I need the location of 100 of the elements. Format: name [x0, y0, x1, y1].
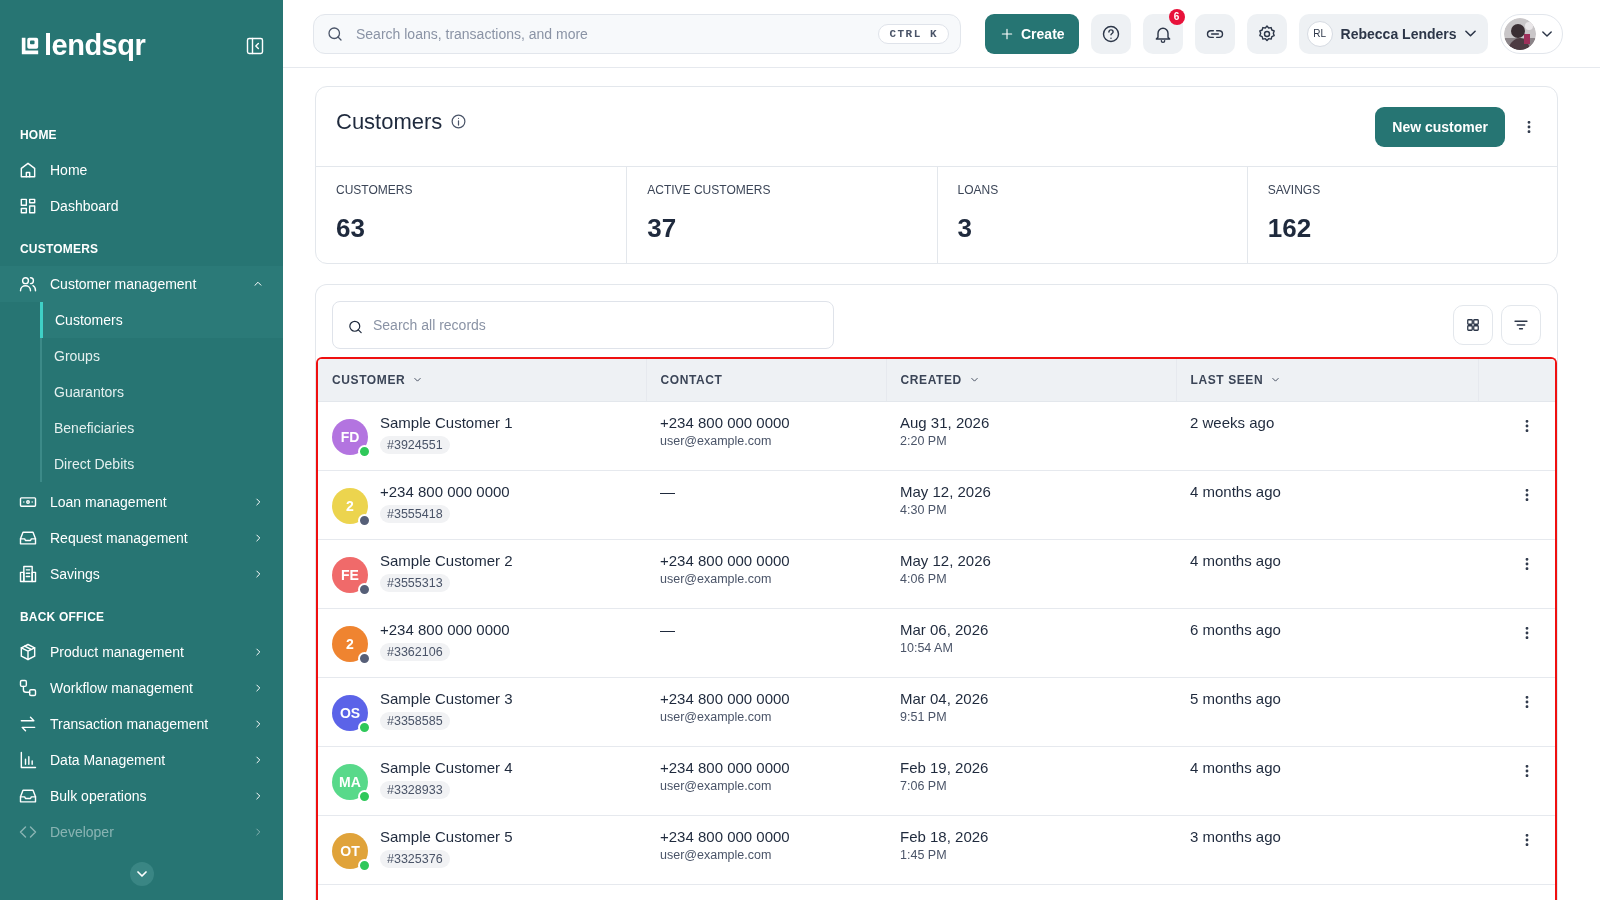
profile-button[interactable] [1499, 13, 1563, 54]
sidebar-item-label: Transaction management [50, 716, 210, 732]
stat-value: 37 [647, 213, 678, 244]
settings-button[interactable] [1246, 13, 1287, 54]
chevron-down-icon [136, 871, 147, 877]
help-button[interactable] [1090, 13, 1131, 54]
created-date: May 12, 2026 [900, 552, 992, 569]
sidebar-subitem[interactable]: Direct Debits [42, 446, 283, 482]
inbox-icon [18, 786, 38, 806]
sidebar-item-label: Home [50, 162, 89, 178]
created-date: May 12, 2026 [900, 483, 992, 500]
last-seen: 4 months ago [1190, 552, 1282, 569]
avatar-initials: 2 [346, 635, 354, 652]
stat-value: 63 [336, 213, 366, 244]
sidebar-item-label: Dashboard [50, 198, 120, 214]
section-heading: CUSTOMERS [19, 242, 100, 256]
customer-id: #3924551 [380, 435, 450, 454]
column-header[interactable]: LAST SEEN [1190, 372, 1283, 387]
sidebar-item[interactable]: Home [0, 152, 283, 188]
page-title: Customers [336, 108, 443, 135]
customer-name[interactable]: Sample Customer 1 [380, 413, 513, 431]
avatar-initials: MA [339, 773, 361, 790]
sidebar-item[interactable]: Transaction management [0, 706, 283, 742]
phone-number: — [660, 621, 676, 638]
sidebar-item[interactable]: Bulk operations [0, 778, 283, 814]
filter-button[interactable] [1501, 305, 1541, 345]
inbox-icon [18, 528, 38, 548]
column-header[interactable]: CUSTOMER [332, 372, 425, 387]
phone-number: +234 800 000 0000 [660, 413, 791, 431]
sidebar-item-label: Data Management [50, 752, 167, 768]
customer-name[interactable]: +234 800 000 0000 [380, 482, 510, 500]
info-icon [450, 113, 468, 130]
customer-id: #3362106 [380, 642, 450, 661]
stat-label: CUSTOMERS [336, 183, 414, 197]
stat-label: LOANS [957, 183, 1000, 197]
customer-id: #3555418 [380, 504, 450, 523]
logo-text: lendsqr [44, 31, 146, 60]
created-time: 4:30 PM [900, 503, 948, 517]
sidebar-item[interactable]: Product management [0, 634, 283, 670]
avatar-initials: OT [340, 842, 360, 859]
customer-name[interactable]: Sample Customer 3 [380, 689, 513, 707]
search-icon [326, 24, 344, 43]
created-date: Feb 18, 2026 [900, 828, 990, 845]
last-seen: 5 months ago [1190, 690, 1282, 707]
grid-view-button[interactable] [1453, 305, 1493, 345]
last-seen: 6 months ago [1190, 621, 1282, 638]
column-header[interactable]: CREATED [900, 372, 981, 387]
link-button[interactable] [1194, 13, 1235, 54]
email-address: user@example.com [660, 572, 773, 586]
create-button[interactable]: Create [985, 13, 1079, 54]
logo-icon [20, 35, 40, 56]
workflow-icon [18, 678, 38, 698]
sidebar-item[interactable]: Savings [0, 556, 283, 592]
email-address: user@example.com [660, 779, 773, 793]
stat-label: ACTIVE CUSTOMERS [647, 183, 772, 197]
avatar-initials: FE [341, 566, 359, 583]
created-time: 10:54 AM [900, 641, 954, 655]
last-seen: 3 months ago [1190, 828, 1282, 845]
sidebar-item[interactable]: Data Management [0, 742, 283, 778]
created-date: Aug 31, 2026 [900, 413, 991, 431]
stat-label: SAVINGS [1267, 183, 1322, 197]
sidebar-subitem[interactable]: Beneficiaries [42, 410, 283, 446]
account-button[interactable]: RL Rebecca Lenders [1298, 13, 1488, 54]
sidebar-item-label: Request management [50, 530, 189, 546]
search-icon [347, 318, 364, 336]
new-customer-button[interactable]: New customer [1375, 106, 1505, 147]
stat-value: 3 [957, 213, 973, 244]
section-heading: BACK OFFICE [19, 610, 106, 624]
sidebar-subitem[interactable]: Customers [40, 302, 283, 338]
avatar-initials: 2 [346, 497, 354, 514]
sidebar-item-label: Loan management [50, 494, 168, 510]
sidebar-subitem[interactable]: Guarantors [42, 374, 283, 410]
sidebar-item-label: Bulk operations [50, 788, 148, 804]
sidebar-item-label: Product management [50, 644, 185, 660]
scroll-down-button[interactable] [129, 862, 154, 886]
grid-icon [18, 196, 38, 216]
customer-name[interactable]: Sample Customer 2 [380, 551, 513, 569]
box-icon [18, 642, 38, 662]
sidebar-subitem[interactable]: Groups [42, 338, 283, 374]
sidebar-item[interactable]: Dashboard [0, 188, 283, 224]
search-field[interactable]: Search all records [332, 301, 834, 349]
settings-icon [1256, 23, 1277, 44]
help-icon [1100, 23, 1121, 44]
phone-number: +234 800 000 0000 [660, 828, 791, 845]
user-initials: RL [1306, 20, 1333, 47]
home-icon [18, 160, 38, 180]
email-address: user@example.com [660, 433, 773, 448]
customer-name[interactable]: +234 800 000 0000 [380, 620, 510, 638]
sidebar-item[interactable]: Workflow management [0, 670, 283, 706]
sidebar-item[interactable]: Loan management [0, 484, 283, 520]
phone-number: +234 800 000 0000 [660, 690, 791, 707]
sidebar-item[interactable]: Customer management [0, 266, 283, 302]
customer-name[interactable]: Sample Customer 4 [380, 758, 513, 776]
created-date: Feb 19, 2026 [900, 759, 990, 776]
created-date: Mar 04, 2026 [900, 690, 990, 707]
created-time: 4:06 PM [900, 572, 948, 586]
created-time: 7:06 PM [900, 779, 948, 793]
customer-name[interactable]: Sample Customer 5 [380, 827, 513, 845]
sidebar-item[interactable]: Request management [0, 520, 283, 556]
phone-number: +234 800 000 0000 [660, 552, 791, 569]
